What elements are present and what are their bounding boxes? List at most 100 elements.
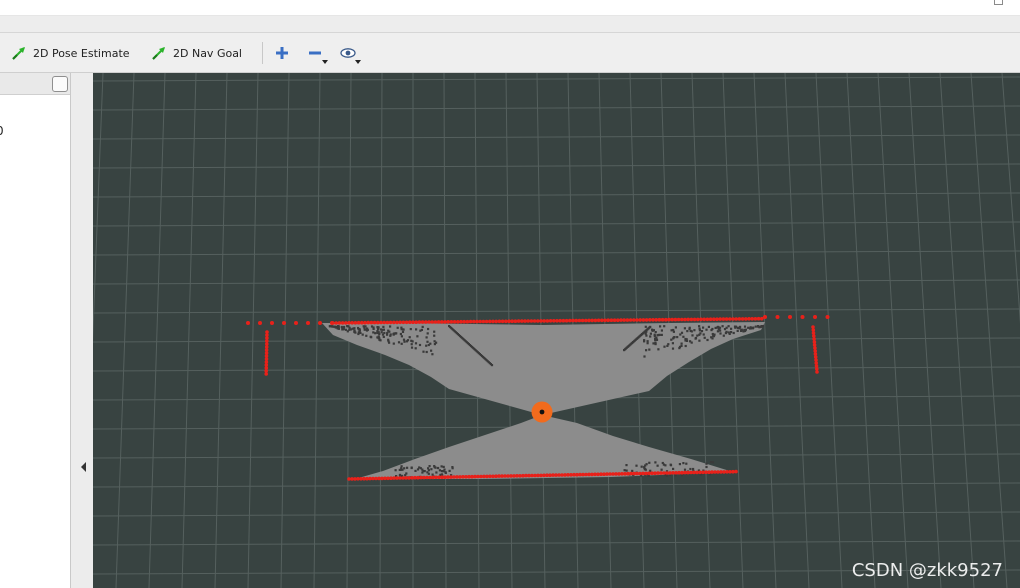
scan-point xyxy=(500,319,505,324)
scan-point xyxy=(542,319,546,323)
occupied-cell xyxy=(645,349,648,352)
scan-point xyxy=(561,318,566,323)
green-arrow-icon xyxy=(12,47,25,60)
occupied-cell xyxy=(410,346,414,349)
occupied-cell xyxy=(648,461,651,464)
scan-point xyxy=(737,317,742,321)
scan-point xyxy=(708,317,713,321)
occupied-cell xyxy=(389,334,392,337)
watermark-text: CSDN @zkk9527 xyxy=(851,560,1003,581)
scan-point xyxy=(382,320,387,325)
scan-point xyxy=(590,318,594,323)
occupied-cell xyxy=(749,327,752,330)
scan-point xyxy=(696,317,700,322)
occupied-cell xyxy=(659,325,662,328)
occupied-cell xyxy=(725,326,728,329)
scan-point xyxy=(294,321,298,325)
scan-point xyxy=(676,317,681,322)
occupied-cell xyxy=(694,337,697,340)
zoom-in-button[interactable] xyxy=(271,42,293,64)
scan-point xyxy=(427,320,431,324)
occupied-cell xyxy=(711,332,714,336)
occupied-cell xyxy=(698,339,701,342)
tool-bar: 2D Pose Estimate 2D Nav Goal xyxy=(0,33,1020,73)
occupied-cell xyxy=(643,339,646,342)
scan-point xyxy=(392,320,396,325)
occupied-cell xyxy=(388,341,391,344)
occupied-cell xyxy=(369,335,372,338)
occupied-cell xyxy=(680,331,684,334)
occupied-cell xyxy=(414,347,417,350)
robot-marker xyxy=(531,401,553,423)
scan-point xyxy=(657,317,662,322)
occupied-cell xyxy=(374,332,377,335)
grid-line xyxy=(93,250,1020,256)
occupied-cell xyxy=(727,325,730,328)
occupied-cell xyxy=(683,327,686,330)
grid-line xyxy=(93,192,1020,198)
occupied-cell xyxy=(670,338,673,341)
scan-point xyxy=(574,318,578,323)
occupied-cell xyxy=(689,329,692,332)
grid-line xyxy=(148,73,166,588)
scan-point xyxy=(728,317,732,321)
occupied-cell xyxy=(344,328,348,331)
scan-point xyxy=(350,321,355,325)
occupied-cell xyxy=(649,332,652,335)
window-restore-icon[interactable] xyxy=(994,0,1003,5)
occupied-cell xyxy=(331,325,335,328)
scan-point xyxy=(775,315,780,319)
occupied-cell xyxy=(684,344,687,348)
scan-point xyxy=(555,319,559,323)
panel-splitter[interactable] xyxy=(71,73,93,588)
occupied-cell xyxy=(442,465,445,468)
zoom-out-button[interactable] xyxy=(304,42,328,64)
scan-point xyxy=(689,317,694,322)
scan-point xyxy=(360,320,364,325)
occupied-cell xyxy=(433,330,436,333)
pose-estimate-tool[interactable]: 2D Pose Estimate xyxy=(11,43,130,63)
occupied-cell xyxy=(645,463,648,466)
scan-point xyxy=(462,319,467,324)
scan-point xyxy=(411,320,415,324)
occupied-cell xyxy=(760,325,763,328)
scan-point xyxy=(465,319,470,324)
occupied-cell xyxy=(346,325,349,328)
rviz-3d-viewport[interactable]: CSDN @zkk9527 xyxy=(93,73,1020,588)
occupied-cell xyxy=(379,339,382,342)
scan-point xyxy=(753,317,758,321)
occupied-cell xyxy=(427,467,430,470)
collapse-arrow-icon[interactable] xyxy=(81,462,86,472)
occupied-cell xyxy=(740,329,743,332)
camera-view-button[interactable] xyxy=(337,42,361,64)
occupied-cell xyxy=(402,328,405,331)
occupied-cell xyxy=(685,338,688,341)
occupied-cell xyxy=(372,331,375,334)
eye-icon xyxy=(340,48,356,58)
scan-point xyxy=(539,319,543,323)
occupied-cell xyxy=(718,326,722,329)
scan-point xyxy=(491,319,495,324)
grid-line xyxy=(313,73,321,588)
occupied-cell xyxy=(689,467,692,471)
scan-point xyxy=(612,318,617,322)
occupied-cell xyxy=(410,343,413,346)
occupied-cell xyxy=(719,332,722,335)
occupied-cell xyxy=(400,342,403,345)
occupied-cell xyxy=(672,467,675,470)
occupied-cell xyxy=(690,341,693,344)
scan-point xyxy=(507,319,511,323)
scan-point xyxy=(258,321,262,325)
panel-checkbox[interactable] xyxy=(52,76,68,92)
scan-point xyxy=(593,318,598,323)
occupied-cell xyxy=(372,327,375,330)
occupied-cell xyxy=(660,468,663,471)
scan-point xyxy=(731,317,735,321)
scan-point xyxy=(417,320,422,324)
occupied-cell xyxy=(678,347,681,350)
scan-point xyxy=(408,320,412,324)
scan-point xyxy=(744,317,748,321)
occupied-cell xyxy=(414,342,418,345)
nav-goal-tool[interactable]: 2D Nav Goal xyxy=(151,43,242,63)
nav-goal-label: 2D Nav Goal xyxy=(173,46,242,60)
